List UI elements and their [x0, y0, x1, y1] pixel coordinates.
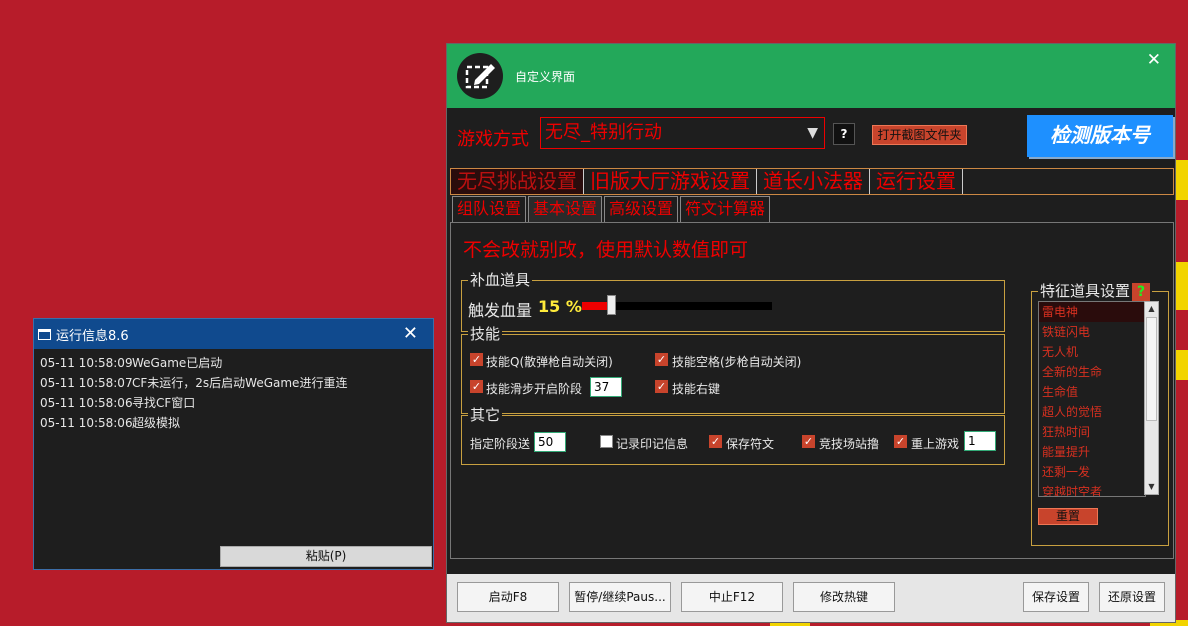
mode-value: 无尽_特别行动	[545, 122, 662, 143]
main-tabs: 无尽挑战设置 旧版大厅游戏设置 道长小法器 运行设置	[450, 168, 1174, 195]
check-version-button[interactable]: 检测版本号	[1027, 115, 1173, 157]
start-button[interactable]: 启动F8	[457, 582, 559, 612]
main-window: 自定义界面 ✕ 游戏方式 无尽_特别行动 ▼ ? 打开截图文件夹 检测版本号 无…	[446, 43, 1176, 623]
list-item[interactable]: 狂热时间	[1039, 422, 1145, 442]
skill-q-checkbox[interactable]: ✓	[470, 353, 483, 366]
open-screenshot-folder-button[interactable]: 打开截图文件夹	[872, 125, 967, 145]
other-group: 其它 指定阶段送 50 记录印记信息 ✓ 保存符文 ✓ 竞技场站撸 ✓ 重上游戏…	[461, 405, 1005, 465]
app-title: 自定义界面	[515, 70, 576, 84]
mode-row: 游戏方式 无尽_特别行动 ▼ ? 打开截图文件夹 检测版本号	[447, 108, 1175, 157]
tab-advanced-settings[interactable]: 高级设置	[604, 196, 679, 222]
tab-taoist-tool[interactable]: 道长小法器	[757, 169, 870, 194]
skill-slide-stage-input[interactable]: 37	[590, 377, 622, 397]
list-item[interactable]: 超人的觉悟	[1039, 402, 1145, 422]
close-icon[interactable]: ✕	[403, 323, 418, 344]
heal-item-group: 补血道具 触发血量 15 %	[461, 270, 1005, 332]
restart-game-label: 重上游戏	[911, 437, 960, 451]
bg-accent	[1174, 350, 1188, 380]
log-title: 运行信息8.6	[56, 328, 129, 344]
tab-old-lobby[interactable]: 旧版大厅游戏设置	[584, 169, 757, 194]
tab-team-settings[interactable]: 组队设置	[452, 196, 527, 222]
record-mark-label: 记录印记信息	[616, 437, 689, 451]
skill-right-checkbox[interactable]: ✓	[655, 380, 668, 393]
group-title: 补血道具	[468, 270, 533, 290]
scroll-down-icon[interactable]: ▼	[1145, 480, 1158, 494]
list-item[interactable]: 能量提升	[1039, 442, 1145, 462]
tab-rune-calculator[interactable]: 符文计算器	[680, 196, 771, 222]
skill-right-label: 技能右键	[672, 382, 721, 396]
dropdown-arrow-icon[interactable]: ▼	[807, 118, 818, 148]
hp-slider-thumb[interactable]	[606, 295, 616, 315]
feature-list-scrollbar[interactable]: ▲ ▼	[1144, 301, 1159, 495]
log-lines: 05-11 10:58:09WeGame已启动 05-11 10:58:07CF…	[34, 349, 433, 433]
save-rune-label: 保存符文	[726, 437, 775, 451]
list-item[interactable]: 雷电神	[1039, 302, 1145, 322]
stage-input[interactable]: 50	[534, 432, 566, 452]
list-item[interactable]: 生命值	[1039, 382, 1145, 402]
log-line: 05-11 10:58:06超级模拟	[40, 416, 181, 430]
restart-game-checkbox[interactable]: ✓	[894, 435, 907, 448]
arena-label: 竞技场站撸	[819, 437, 880, 451]
log-line: 05-11 10:58:06寻找CF窗口	[40, 396, 196, 410]
change-hotkey-button[interactable]: 修改热键	[793, 582, 895, 612]
stage-label: 指定阶段送	[470, 437, 531, 451]
save-settings-button[interactable]: 保存设置	[1023, 582, 1089, 612]
mode-label: 游戏方式	[457, 129, 529, 150]
skill-slide-label: 技能滑步开启阶段	[486, 382, 583, 396]
feature-item-panel: 特征道具设置? 雷电神 铁链闪电 无人机 全新的生命 生命值 超人的觉悟 狂热时…	[1031, 281, 1169, 546]
log-window: 运行信息8.6 ✕ 05-11 10:58:09WeGame已启动 05-11 …	[33, 318, 434, 570]
help-icon[interactable]: ?	[1132, 283, 1151, 301]
reset-button[interactable]: 重置	[1038, 508, 1098, 525]
feature-item-list[interactable]: 雷电神 铁链闪电 无人机 全新的生命 生命值 超人的觉悟 狂热时间 能量提升 还…	[1038, 301, 1146, 497]
skill-space-label: 技能空格(步枪自动关闭)	[672, 355, 802, 369]
hp-slider[interactable]	[582, 295, 772, 315]
group-title: 技能	[468, 324, 503, 344]
trigger-hp-value: 15 %	[538, 297, 582, 316]
list-item[interactable]: 全新的生命	[1039, 362, 1145, 382]
close-icon[interactable]: ✕	[1147, 50, 1161, 70]
skill-space-checkbox[interactable]: ✓	[655, 353, 668, 366]
basic-settings-panel: 不会改就别改，使用默认数值即可 补血道具 触发血量 15 % 技能 ✓ 技能Q(…	[450, 222, 1174, 559]
skill-q-label: 技能Q(散弹枪自动关闭)	[486, 355, 613, 369]
save-rune-checkbox[interactable]: ✓	[709, 435, 722, 448]
feature-panel-title: 特征道具设置?	[1038, 281, 1153, 301]
bottom-toolbar: 启动F8 暂停/继续Paus... 中止F12 修改热键 保存设置 还原设置	[447, 574, 1175, 622]
log-line: 05-11 10:58:07CF未运行，2s后启动WeGame进行重连	[40, 376, 348, 390]
bg-accent	[1174, 160, 1188, 200]
paste-button[interactable]: 粘贴(P)	[220, 546, 432, 567]
scroll-up-icon[interactable]: ▲	[1145, 302, 1158, 316]
sub-tabs: 组队设置 基本设置 高级设置 符文计算器	[452, 196, 772, 222]
trigger-hp-label: 触发血量	[468, 301, 533, 320]
pause-button[interactable]: 暂停/继续Paus...	[569, 582, 671, 612]
mode-select[interactable]: 无尽_特别行动 ▼	[540, 117, 825, 149]
warning-text: 不会改就别改，使用默认数值即可	[463, 239, 749, 261]
list-item[interactable]: 无人机	[1039, 342, 1145, 362]
record-mark-checkbox[interactable]	[600, 435, 613, 448]
log-line: 05-11 10:58:09WeGame已启动	[40, 356, 223, 370]
tab-endless-challenge[interactable]: 无尽挑战设置	[451, 169, 584, 194]
main-title-bar[interactable]: 自定义界面 ✕	[447, 44, 1175, 108]
list-item[interactable]: 铁链闪电	[1039, 322, 1145, 342]
group-title: 其它	[468, 405, 503, 425]
help-button[interactable]: ?	[833, 123, 855, 145]
skill-slide-checkbox[interactable]: ✓	[470, 380, 483, 393]
restart-game-input[interactable]: 1	[964, 431, 996, 451]
arena-checkbox[interactable]: ✓	[802, 435, 815, 448]
tab-basic-settings[interactable]: 基本设置	[528, 196, 603, 222]
log-title-bar[interactable]: 运行信息8.6	[34, 319, 433, 349]
scrollbar-thumb[interactable]	[1146, 317, 1157, 421]
edit-icon	[457, 53, 503, 99]
stop-button[interactable]: 中止F12	[681, 582, 783, 612]
tab-run-settings[interactable]: 运行设置	[870, 169, 963, 194]
bg-accent	[1174, 262, 1188, 310]
window-icon	[38, 328, 51, 340]
restore-settings-button[interactable]: 还原设置	[1099, 582, 1165, 612]
list-item[interactable]: 穿越时空者	[1039, 482, 1145, 496]
skill-group: 技能 ✓ 技能Q(散弹枪自动关闭) ✓ 技能空格(步枪自动关闭) ✓ 技能滑步开…	[461, 324, 1005, 414]
list-item[interactable]: 还剩一发	[1039, 462, 1145, 482]
